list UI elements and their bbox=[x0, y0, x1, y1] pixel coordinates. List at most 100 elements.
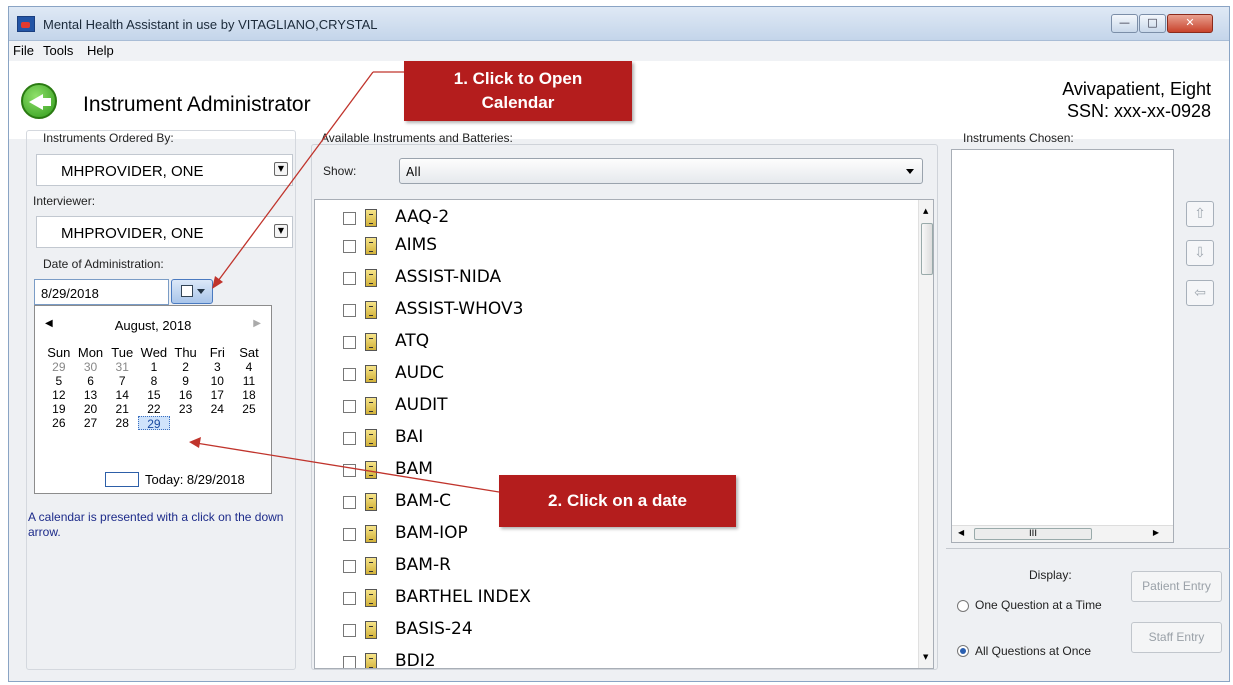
instrument-name: ASSIST-WHOV3 bbox=[395, 299, 524, 319]
calendar-day[interactable]: 23 bbox=[170, 402, 202, 416]
next-month-icon[interactable]: ▶ bbox=[253, 318, 261, 329]
ordered-by-combo[interactable]: MHPROVIDER, ONE ▼ bbox=[36, 154, 293, 186]
checkbox[interactable] bbox=[343, 432, 356, 445]
scroll-down-icon[interactable]: ▼ bbox=[923, 653, 928, 661]
radio-one-question[interactable] bbox=[957, 600, 969, 612]
list-item[interactable]: AIMS bbox=[343, 233, 903, 261]
checkbox[interactable] bbox=[343, 212, 356, 225]
list-item[interactable]: BAM-R bbox=[343, 553, 903, 581]
list-item[interactable]: BASIS-24 bbox=[343, 617, 903, 645]
minimize-button[interactable]: — bbox=[1111, 14, 1138, 33]
calendar-day[interactable]: 3 bbox=[201, 360, 233, 374]
calendar-day[interactable]: 10 bbox=[201, 374, 233, 388]
calendar-day[interactable]: 29 bbox=[43, 360, 75, 374]
scroll-right-icon[interactable]: ▶ bbox=[1153, 528, 1159, 537]
calendar-day[interactable]: 11 bbox=[233, 374, 265, 388]
calendar-day[interactable]: 17 bbox=[201, 388, 233, 402]
list-item[interactable]: AAQ-2 bbox=[343, 205, 903, 233]
checkbox[interactable] bbox=[343, 304, 356, 317]
one-question-label[interactable]: One Question at a Time bbox=[975, 598, 1102, 612]
calendar-day[interactable]: 2 bbox=[170, 360, 202, 374]
list-item[interactable]: BDI2 bbox=[343, 649, 903, 668]
checkbox[interactable] bbox=[343, 400, 356, 413]
calendar-day[interactable]: 30 bbox=[75, 360, 107, 374]
show-select[interactable]: All bbox=[399, 158, 923, 184]
calendar-day[interactable]: 15 bbox=[138, 388, 170, 402]
calendar-day[interactable]: 26 bbox=[43, 416, 75, 430]
checkbox[interactable] bbox=[343, 336, 356, 349]
today-marker[interactable] bbox=[105, 472, 139, 487]
calendar-dropdown-button[interactable] bbox=[171, 279, 213, 304]
checkbox[interactable] bbox=[343, 272, 356, 285]
list-item[interactable]: ASSIST-WHOV3 bbox=[343, 297, 903, 325]
checkbox[interactable] bbox=[343, 464, 356, 477]
calendar-day-selected[interactable]: 29 bbox=[138, 416, 170, 431]
close-button[interactable]: ✕ bbox=[1167, 14, 1213, 33]
calendar-day[interactable]: 18 bbox=[233, 388, 265, 402]
calendar-day[interactable]: 5 bbox=[43, 374, 75, 388]
calendar-day[interactable]: 9 bbox=[170, 374, 202, 388]
today-link[interactable]: Today: 8/29/2018 bbox=[145, 472, 245, 487]
calendar-day[interactable]: 4 bbox=[233, 360, 265, 374]
calendar-day[interactable]: 12 bbox=[43, 388, 75, 402]
document-icon bbox=[365, 525, 377, 543]
scroll-thumb[interactable]: III bbox=[974, 528, 1092, 540]
calendar-day[interactable]: 19 bbox=[43, 402, 75, 416]
list-item[interactable]: ASSIST-NIDA bbox=[343, 265, 903, 293]
patient-entry-button[interactable]: Patient Entry bbox=[1131, 571, 1222, 602]
maximize-button[interactable]: □ bbox=[1139, 14, 1166, 33]
calendar-day[interactable]: 8 bbox=[138, 374, 170, 388]
checkbox[interactable] bbox=[343, 528, 356, 541]
calendar-day[interactable]: 25 bbox=[233, 402, 265, 416]
menu-help[interactable]: Help bbox=[87, 43, 114, 58]
all-questions-label[interactable]: All Questions at Once bbox=[975, 644, 1091, 658]
chevron-down-icon[interactable]: ▼ bbox=[274, 162, 288, 176]
calendar-day[interactable]: 13 bbox=[75, 388, 107, 402]
back-arrow-icon[interactable] bbox=[21, 83, 57, 119]
calendar-day[interactable]: 22 bbox=[138, 402, 170, 416]
horizontal-scrollbar[interactable]: ◀ III ▶ bbox=[952, 525, 1173, 542]
checkbox[interactable] bbox=[343, 592, 356, 605]
checkbox[interactable] bbox=[343, 624, 356, 637]
checkbox[interactable] bbox=[343, 368, 356, 381]
date-input[interactable]: 8/29/2018 bbox=[34, 279, 169, 305]
list-item[interactable]: BARTHEL INDEX bbox=[343, 585, 903, 613]
chevron-down-icon[interactable]: ▼ bbox=[274, 224, 288, 238]
list-item[interactable]: AUDIT bbox=[343, 393, 903, 421]
interviewer-combo[interactable]: MHPROVIDER, ONE ▼ bbox=[36, 216, 293, 248]
move-down-icon[interactable]: ⇩ bbox=[1186, 240, 1214, 266]
calendar-day[interactable]: 24 bbox=[201, 402, 233, 416]
checkbox[interactable] bbox=[343, 560, 356, 573]
calendar-day[interactable]: 21 bbox=[106, 402, 138, 416]
checkbox[interactable] bbox=[343, 496, 356, 509]
calendar-day[interactable]: 6 bbox=[75, 374, 107, 388]
calendar-day[interactable]: 20 bbox=[75, 402, 107, 416]
scroll-left-icon[interactable]: ◀ bbox=[958, 528, 964, 537]
checkbox[interactable] bbox=[343, 240, 356, 253]
callout-click-date: 2. Click on a date bbox=[499, 475, 736, 527]
list-item[interactable]: BAI bbox=[343, 425, 903, 453]
calendar-day[interactable]: 28 bbox=[106, 416, 138, 430]
calendar-day[interactable]: 14 bbox=[106, 388, 138, 402]
list-item[interactable]: ATQ bbox=[343, 329, 903, 357]
menu-file[interactable]: File bbox=[13, 43, 34, 58]
calendar-day[interactable]: 27 bbox=[75, 416, 107, 430]
vertical-scrollbar[interactable]: ▲ ▼ bbox=[918, 200, 933, 668]
list-item[interactable]: AUDC bbox=[343, 361, 903, 389]
scroll-up-icon[interactable]: ▲ bbox=[923, 207, 928, 215]
menu-tools[interactable]: Tools bbox=[43, 43, 73, 58]
calendar-day[interactable]: 1 bbox=[138, 360, 170, 374]
callout-line: Calendar bbox=[481, 93, 555, 112]
remove-icon[interactable]: ⇦ bbox=[1186, 280, 1214, 306]
calendar-day[interactable]: 16 bbox=[170, 388, 202, 402]
staff-entry-button[interactable]: Staff Entry bbox=[1131, 622, 1222, 653]
chosen-list[interactable]: ◀ III ▶ bbox=[951, 149, 1174, 543]
radio-all-questions[interactable] bbox=[957, 645, 969, 657]
checkbox[interactable] bbox=[343, 656, 356, 668]
move-up-icon[interactable]: ⇧ bbox=[1186, 201, 1214, 227]
scroll-thumb[interactable] bbox=[921, 223, 933, 275]
calendar-day[interactable]: 31 bbox=[106, 360, 138, 374]
instrument-name: BAM-R bbox=[395, 555, 451, 575]
calendar-day[interactable]: 7 bbox=[106, 374, 138, 388]
document-icon bbox=[365, 397, 377, 415]
